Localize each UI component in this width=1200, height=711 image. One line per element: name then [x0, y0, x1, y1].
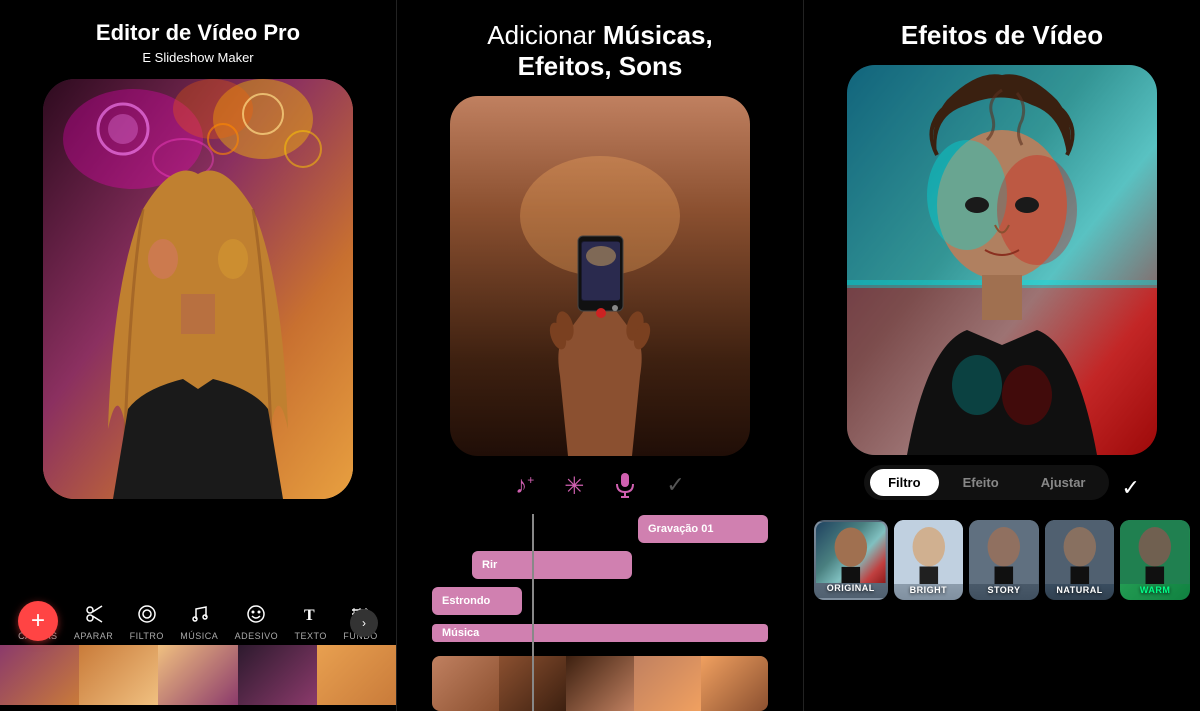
music-icon [185, 600, 213, 628]
panel-audio: Adicionar Músicas,Efeitos, Sons [397, 0, 803, 711]
panel-effects: Efeitos de Vídeo [803, 0, 1200, 711]
phone-mockup-2 [450, 96, 750, 456]
timeline-container: Gravação 01 Rir Estrondo Música [412, 514, 788, 711]
sticker-icon [242, 600, 270, 628]
text-label: TEXTO [295, 631, 327, 641]
toolbar-item-filter[interactable]: FILTRO [130, 600, 164, 641]
track-bar-gravacao: Gravação 01 [638, 515, 768, 543]
filter-thumb-original[interactable]: ORIGINAL [814, 520, 888, 600]
track-musica: Música [432, 622, 768, 644]
filter-tabs: Filtro Efeito Ajustar [864, 465, 1109, 500]
panel-1-title: Editor de Vídeo Pro [96, 20, 300, 46]
filter-label: FILTRO [130, 631, 164, 641]
panel-1-subtitle: E Slideshow Maker [142, 50, 253, 65]
filmstrip-2-cell-3 [566, 656, 633, 711]
filmstrip-2-cell-5 [701, 656, 768, 711]
filter-thumb-natural[interactable]: NATURAL [1045, 520, 1115, 600]
microphone-icon[interactable] [614, 472, 636, 504]
tab-ajustar[interactable]: Ajustar [1023, 469, 1104, 496]
filter-bright-label: BRIGHT [910, 585, 948, 595]
filter-thumb-bright[interactable]: BRIGHT [894, 520, 964, 600]
filter-thumb-warm[interactable]: WARM [1120, 520, 1190, 600]
svg-text:T: T [304, 607, 315, 624]
filmstrip-cell-5 [317, 645, 396, 705]
toolbar-icons-row: CANVAS APARAR FILTRO [0, 600, 396, 641]
toolbar-item-text[interactable]: T TEXTO [295, 600, 327, 641]
filter-natural-label: NATURAL [1056, 585, 1102, 595]
filmstrip-2-cell-1 [432, 656, 499, 711]
panel-3-title: Efeitos de Vídeo [901, 20, 1103, 51]
sticker-label: ADESIVO [235, 631, 279, 641]
confirm-check-3[interactable]: ✓ [1121, 475, 1139, 501]
app-container: Editor de Vídeo Pro E Slideshow Maker [0, 0, 1200, 711]
filmstrip-1 [0, 645, 396, 705]
confirm-check-icon[interactable]: ✓ [666, 472, 684, 504]
track-rir: Rir [432, 550, 768, 580]
effects-icon[interactable]: ✳ [564, 472, 584, 504]
track-bar-estrondo: Estrondo [432, 587, 522, 615]
filter-thumbnails: ORIGINAL BRIGHT STORY [814, 520, 1190, 600]
add-button[interactable]: + [18, 601, 58, 641]
toolbar-item-music[interactable]: MÚSICA [180, 600, 218, 641]
filmstrip-cell-4 [238, 645, 317, 705]
filter-icon [133, 600, 161, 628]
filter-warm-label: WARM [1140, 585, 1171, 595]
toolbar-item-sticker[interactable]: ADESIVO [235, 600, 279, 641]
panel-2-title: Adicionar Músicas,Efeitos, Sons [487, 20, 712, 82]
toolbar-item-trim[interactable]: APARAR [74, 600, 113, 641]
filmstrip-cell-1 [0, 645, 79, 705]
filter-story-label: STORY [987, 585, 1020, 595]
filter-original-label: ORIGINAL [827, 583, 875, 593]
music-label: MÚSICA [180, 631, 218, 641]
bottom-toolbar: CANVAS APARAR FILTRO [0, 590, 396, 711]
filmstrip-cell-3 [158, 645, 237, 705]
trim-label: APARAR [74, 631, 113, 641]
text-icon: T [297, 600, 325, 628]
filmstrip-2-cell-4 [634, 656, 701, 711]
filter-thumb-story[interactable]: STORY [969, 520, 1039, 600]
track-bar-musica: Música [432, 624, 768, 642]
tab-filtro[interactable]: Filtro [870, 469, 939, 496]
phone-mockup-1 [43, 79, 353, 499]
scissors-icon [80, 600, 108, 628]
tab-efeito[interactable]: Efeito [945, 469, 1017, 496]
next-arrow[interactable]: › [350, 609, 378, 637]
filmstrip-2 [432, 656, 768, 711]
track-estrondo: Estrondo [432, 586, 768, 616]
filmstrip-cell-2 [79, 645, 158, 705]
music-add-icon[interactable]: ♪+ [515, 472, 534, 504]
track-gravacao: Gravação 01 [432, 514, 768, 544]
audio-icons-row: ♪+ ✳ ✓ [412, 472, 788, 504]
panel-video-editor: Editor de Vídeo Pro E Slideshow Maker [0, 0, 397, 711]
track-bar-rir: Rir [472, 551, 632, 579]
phone-mockup-3 [847, 65, 1157, 455]
